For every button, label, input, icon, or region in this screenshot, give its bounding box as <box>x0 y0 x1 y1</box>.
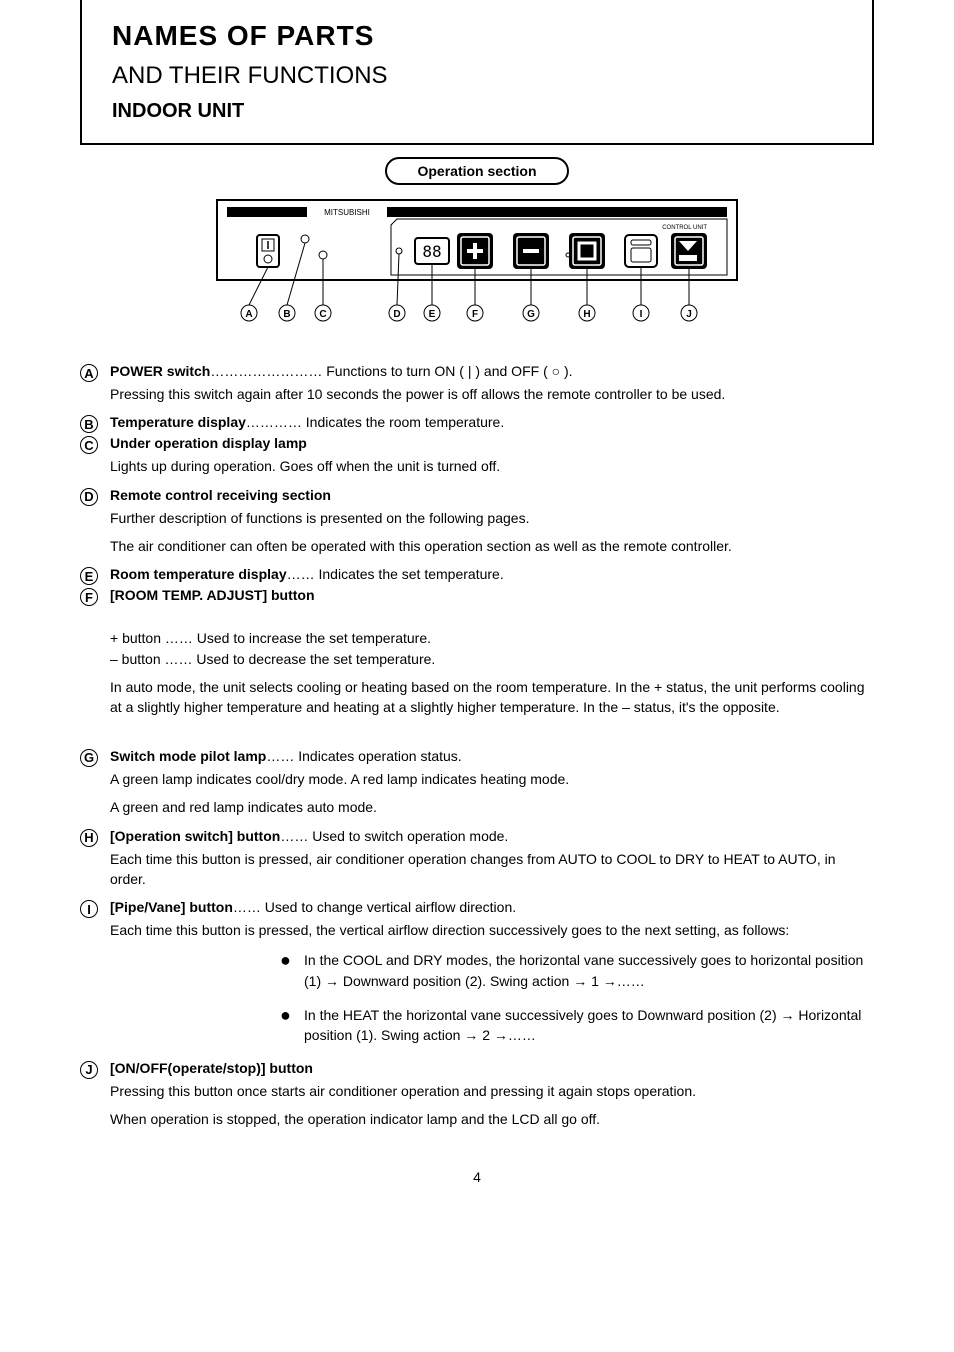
term-J: [ON/OFF(operate/stop)] button <box>110 1060 313 1076</box>
paren-H: …… Used to switch operation mode. <box>280 828 508 844</box>
desc-J: Pressing this button once starts air con… <box>110 1081 874 1130</box>
term-G: Switch mode pilot lamp <box>110 748 266 764</box>
term-H: [Operation switch] button <box>110 828 280 844</box>
item-A: A POWER switch…………………… Functions to turn… <box>80 363 874 382</box>
marker-A: A <box>80 364 98 382</box>
marker-H: H <box>80 829 98 847</box>
desc-D: Further description of functions is pres… <box>110 508 874 557</box>
desc-J2: When operation is stopped, the operation… <box>110 1109 874 1129</box>
pointer-A: A <box>245 309 252 320</box>
term-F: [ROOM TEMP. ADJUST] button <box>110 587 315 603</box>
desc-G2: A green and red lamp indicates auto mode… <box>110 797 874 817</box>
desc-G: A green lamp indicates cool/dry mode. A … <box>110 769 874 818</box>
term-D: Remote control receiving section <box>110 487 331 503</box>
pointer-H: H <box>583 309 590 320</box>
section-label: Operation section <box>385 157 568 185</box>
paren-A: …………………… Functions to turn ON ( | ) and … <box>210 363 572 379</box>
pointer-B: B <box>283 309 290 320</box>
item-C: C Under operation display lamp <box>80 435 874 454</box>
term-A: POWER switch <box>110 363 210 379</box>
control-unit-label: CONTROL UNIT <box>662 225 707 231</box>
marker-E: E <box>80 567 98 585</box>
paren-G: …… Indicates operation status. <box>266 748 461 764</box>
term-B: Temperature display <box>110 414 246 430</box>
paren-E: …… Indicates the set temperature. <box>287 566 504 582</box>
pointer-I: I <box>640 309 643 320</box>
title-line3: INDOOR UNIT <box>112 100 842 123</box>
pointer-C: C <box>319 309 326 320</box>
pointer-J: J <box>686 309 692 320</box>
desc-D2: The air conditioner can often be operate… <box>110 536 874 556</box>
brand-text: MITSUBISHI <box>324 208 370 217</box>
paren-I: …… Used to change vertical airflow direc… <box>233 899 516 915</box>
term-I: [Pipe/Vane] button <box>110 899 233 915</box>
bullet-dot-icon: ● <box>280 950 304 969</box>
item-B: B Temperature display………… Indicates the … <box>80 414 874 433</box>
desc-A: Pressing this switch again after 10 seco… <box>110 384 874 404</box>
title-line1: NAMES OF PARTS <box>112 20 842 52</box>
term-E: Room temperature display <box>110 566 287 582</box>
desc-I: Each time this button is pressed, the ve… <box>110 920 874 940</box>
control-panel-diagram: MITSUBISHI CONTROL UNIT 88 <box>197 195 757 345</box>
paren-B: ………… Indicates the room temperature. <box>246 414 504 430</box>
title-box: NAMES OF PARTS AND THEIR FUNCTIONS INDOO… <box>80 0 874 145</box>
item-J: J [ON/OFF(operate/stop)] button <box>80 1060 874 1079</box>
pointer-D: D <box>393 309 400 320</box>
term-C: Under operation display lamp <box>110 435 307 451</box>
bullet-I-1: ● In the COOL and DRY modes, the horizon… <box>280 950 874 991</box>
marker-G: G <box>80 749 98 767</box>
desc-C: Lights up during operation. Goes off whe… <box>110 456 874 476</box>
marker-J: J <box>80 1061 98 1079</box>
marker-C: C <box>80 436 98 454</box>
desc-F: + button …… Used to increase the set tem… <box>110 608 874 738</box>
pointer-G: G <box>527 309 535 320</box>
pointer-F: F <box>472 309 478 320</box>
marker-I: I <box>80 900 98 918</box>
marker-D: D <box>80 488 98 506</box>
item-H: H [Operation switch] button…… Used to sw… <box>80 828 874 847</box>
desc-F2: In auto mode, the unit selects cooling o… <box>110 677 874 718</box>
bullet-I-2: ● In the HEAT the horizontal vane succes… <box>280 1005 874 1046</box>
item-F: F [ROOM TEMP. ADJUST] button <box>80 587 874 606</box>
bullet-dot-icon: ● <box>280 1005 304 1024</box>
pointer-E: E <box>429 309 436 320</box>
desc-H: Each time this button is pressed, air co… <box>110 849 874 890</box>
item-E: E Room temperature display…… Indicates t… <box>80 566 874 585</box>
page-number: 4 <box>80 1169 874 1185</box>
marker-F: F <box>80 588 98 606</box>
title-line2: AND THEIR FUNCTIONS <box>112 62 842 90</box>
item-D: D Remote control receiving section <box>80 487 874 506</box>
item-I: I [Pipe/Vane] button…… Used to change ve… <box>80 899 874 918</box>
seg-display: 88 <box>422 242 441 261</box>
marker-B: B <box>80 415 98 433</box>
item-G: G Switch mode pilot lamp…… Indicates ope… <box>80 748 874 767</box>
